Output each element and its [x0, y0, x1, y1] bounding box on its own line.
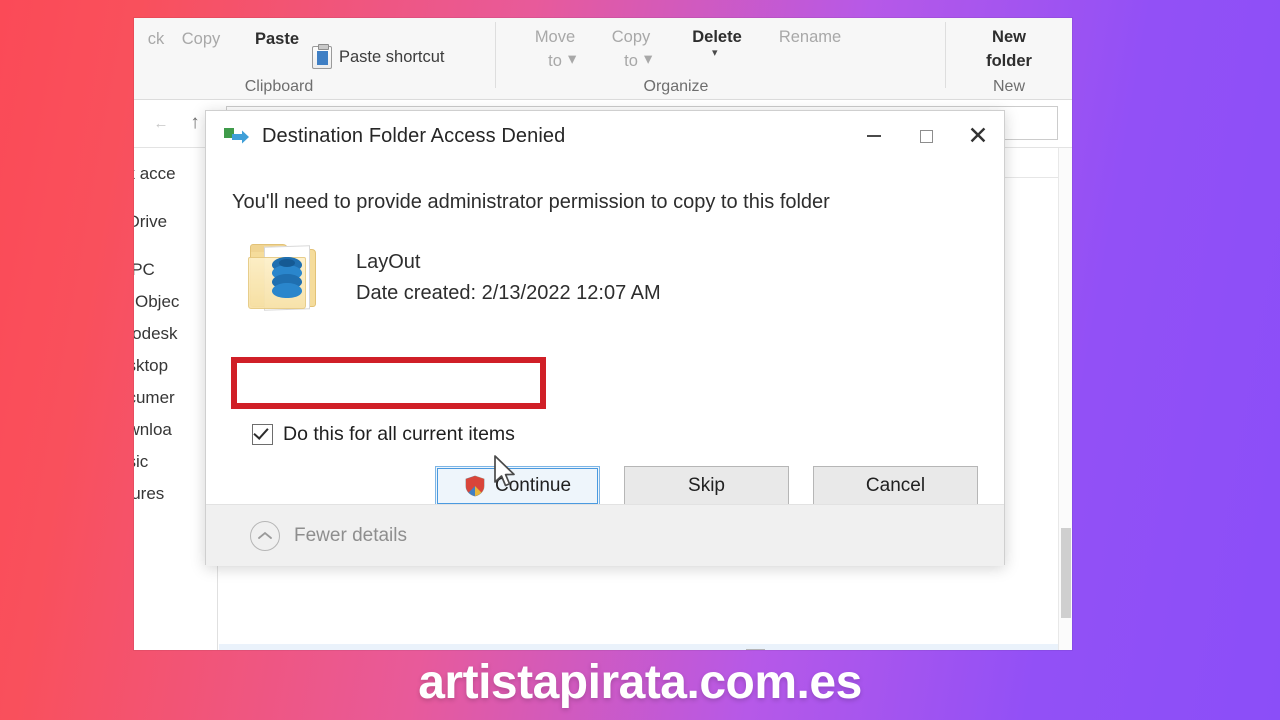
file-list-scrollbar[interactable]: [1058, 148, 1072, 650]
window-controls: ✕: [848, 111, 1004, 161]
dialog-body: You'll need to provide administrator per…: [206, 161, 1004, 506]
copy-to-caret-icon: ▾: [644, 50, 653, 68]
ribbon-paste-shortcut-button[interactable]: Paste shortcut: [312, 44, 445, 69]
folder-item-date: Date created: 2/13/2022 12:07 AM: [356, 282, 661, 304]
ribbon-group-label-organize: Organize: [643, 78, 709, 95]
dialog-footer: Fewer details: [206, 504, 1004, 566]
ribbon-group-organize: Move to ▾ Copy to ▾ Delete ▾ Rename Orga…: [496, 18, 946, 100]
skip-button-label: Skip: [688, 475, 725, 496]
ribbon-group-label-clipboard: Clipboard: [244, 78, 314, 95]
ribbon-group-label-new: New: [992, 78, 1025, 95]
paste-shortcut-label: Paste shortcut: [339, 48, 445, 66]
folder-item-name: LayOut: [356, 251, 421, 273]
paste-shortcut-icon: [312, 44, 332, 69]
delete-caret-icon: ▾: [712, 47, 718, 59]
ribbon-copy-button[interactable]: Copy: [168, 28, 234, 52]
ribbon-paste-button[interactable]: Paste: [242, 28, 312, 52]
dialog-title-bar: Destination Folder Access Denied ✕: [206, 111, 1004, 161]
minimize-button[interactable]: [848, 111, 900, 161]
ribbon-new-folder-button[interactable]: New folder: [960, 26, 1058, 74]
move-to-caret-icon: ▾: [568, 50, 577, 68]
continue-button-label: Continue: [494, 475, 572, 496]
screenshot-root: ck Copy Paste Paste shortcut Clipboard M…: [0, 0, 1280, 720]
ribbon-group-new: New folder New: [946, 18, 1072, 100]
ribbon-toolbar: ck Copy Paste Paste shortcut Clipboard M…: [134, 18, 1072, 100]
ribbon-group-clipboard: ck Copy Paste Paste shortcut Clipboard: [134, 18, 496, 100]
ribbon-rename-button[interactable]: Rename: [764, 26, 856, 50]
do-this-for-all-checkbox[interactable]: [252, 424, 273, 445]
dialog-message: You'll need to provide administrator per…: [232, 191, 830, 213]
uac-shield-icon: [465, 475, 485, 497]
destination-folder-access-denied-dialog: Destination Folder Access Denied ✕ You'l…: [205, 110, 1005, 566]
dll-file-icon: [746, 648, 765, 650]
dialog-title: Destination Folder Access Denied: [262, 124, 566, 147]
scrollbar-thumb[interactable]: [1061, 528, 1071, 618]
sketchup-layout-logo-icon: [272, 257, 302, 298]
cancel-button-label: Cancel: [865, 475, 926, 496]
chevron-up-icon[interactable]: [250, 520, 280, 551]
layout-folder-icon: [246, 241, 332, 313]
continue-button[interactable]: Continue: [435, 466, 600, 506]
close-button[interactable]: ✕: [952, 111, 1004, 161]
back-arrow-icon[interactable]: ←: [148, 110, 174, 136]
dialog-button-row: Continue Skip Cancel: [206, 466, 1004, 506]
cancel-button[interactable]: Cancel: [813, 466, 978, 506]
watermark-text: artistapirata.com.es: [418, 656, 862, 709]
ribbon-copy-to-button[interactable]: Copy to: [594, 26, 668, 74]
folder-item-text: LayOut Date created: 2/13/2022 12:07 AM: [356, 241, 661, 305]
maximize-button[interactable]: [900, 111, 952, 161]
folder-item-info: LayOut Date created: 2/13/2022 12:07 AM: [232, 241, 978, 313]
do-this-for-all-checkbox-row[interactable]: Do this for all current items: [252, 423, 515, 446]
table-row[interactable]: LayOutUtils.dll: [219, 644, 1072, 650]
fewer-details-toggle[interactable]: Fewer details: [294, 525, 407, 547]
do-this-for-all-label: Do this for all current items: [283, 423, 515, 445]
copy-to-folder-icon: [224, 126, 250, 146]
skip-button[interactable]: Skip: [624, 466, 789, 506]
ribbon-move-to-button[interactable]: Move to: [518, 26, 592, 74]
